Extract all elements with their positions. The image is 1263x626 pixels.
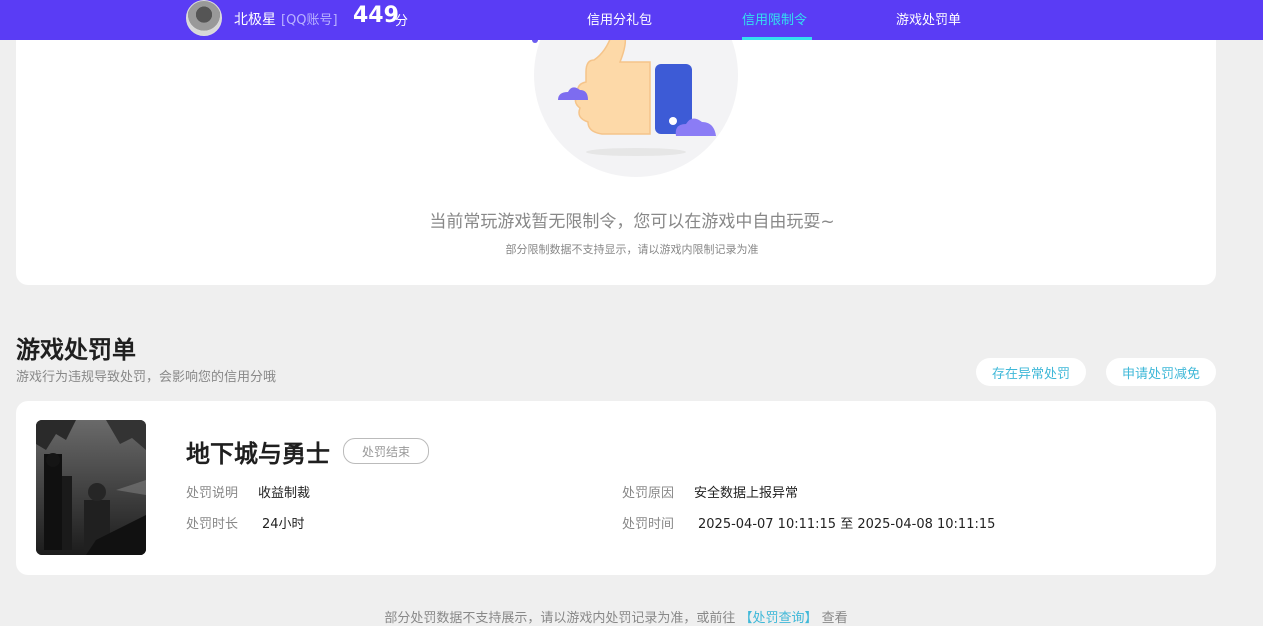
thumbs-up-illustration [532, 20, 738, 177]
penalty-reason-value: 安全数据上报异常 [694, 486, 799, 501]
penalty-status-badge: 处罚结束 [343, 438, 429, 464]
penalty-query-link[interactable]: 【处罚查询】 [739, 611, 817, 626]
penalty-reduction-button[interactable]: 申请处罚减免 [1106, 358, 1216, 386]
empty-state-note: 部分限制数据不支持显示，请以游戏内限制记录为准 [505, 243, 759, 256]
penalty-duration-value: 24小时 [262, 517, 305, 532]
game-name: 地下城与勇士 [186, 440, 330, 468]
tab-credit-restriction[interactable]: 信用限制令 [742, 9, 807, 28]
penalty-section-title: 游戏处罚单 [16, 336, 136, 364]
penalty-footer-note: 部分处罚数据不支持展示，请以游戏内处罚记录为准，或前往 【处罚查询】 查看 [0, 607, 1232, 626]
empty-state-message: 当前常玩游戏暂无限制令，您可以在游戏中自由玩耍~ [429, 212, 835, 232]
penalty-section-subtitle: 游戏行为违规导致处罚，会影响您的信用分哦 [16, 370, 277, 385]
penalty-duration-label: 处罚时长 [186, 517, 239, 532]
active-tab-indicator [742, 37, 812, 40]
user-name: 北极星 [234, 12, 276, 28]
footer-suffix: 查看 [821, 611, 848, 626]
penalty-reason-label: 处罚原因 [622, 486, 675, 501]
tab-credit-gift[interactable]: 信用分礼包 [587, 9, 652, 28]
penalty-time-label: 处罚时间 [622, 517, 675, 532]
credit-score-unit: 分 [395, 14, 409, 29]
restriction-card: 当前常玩游戏暂无限制令，您可以在游戏中自由玩耍~ 部分限制数据不支持显示，请以游… [16, 20, 1216, 285]
footer-text: 部分处罚数据不支持展示，请以游戏内处罚记录为准，或前往 [384, 611, 736, 626]
tab-game-penalty[interactable]: 游戏处罚单 [896, 9, 961, 28]
game-artwork [36, 420, 146, 555]
abnormal-penalty-button[interactable]: 存在异常处罚 [976, 358, 1086, 386]
top-navigation-bar: 北极星 [QQ账号] 449 分 信用分礼包 信用限制令 游戏处罚单 [0, 0, 1263, 40]
penalty-desc-value: 收益制裁 [258, 486, 311, 501]
penalty-time-value: 2025-04-07 10:11:15 至 2025-04-08 10:11:1… [698, 517, 996, 532]
user-avatar[interactable] [186, 0, 222, 36]
game-cover-image [36, 420, 146, 555]
penalty-desc-label: 处罚说明 [186, 486, 239, 501]
account-type: [QQ账号] [281, 13, 338, 28]
credit-score: 449 [353, 3, 399, 28]
